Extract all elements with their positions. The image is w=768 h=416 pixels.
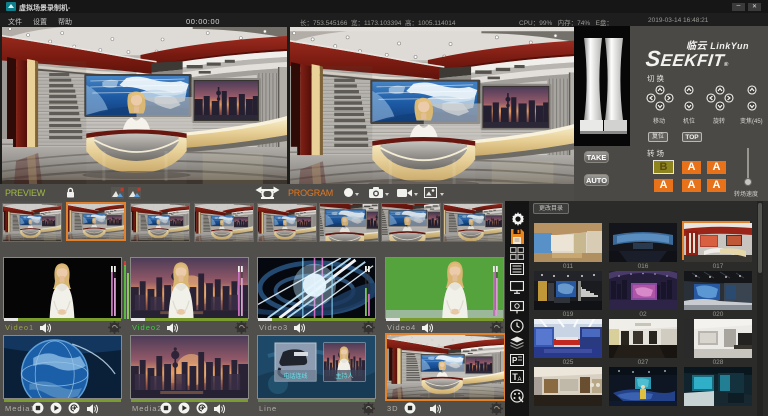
- svg-text:主持人: 主持人: [335, 372, 353, 380]
- svg-text:电话连线: 电话连线: [283, 372, 307, 380]
- svg-text:A: A: [518, 377, 522, 383]
- svg-text:P: P: [512, 356, 518, 365]
